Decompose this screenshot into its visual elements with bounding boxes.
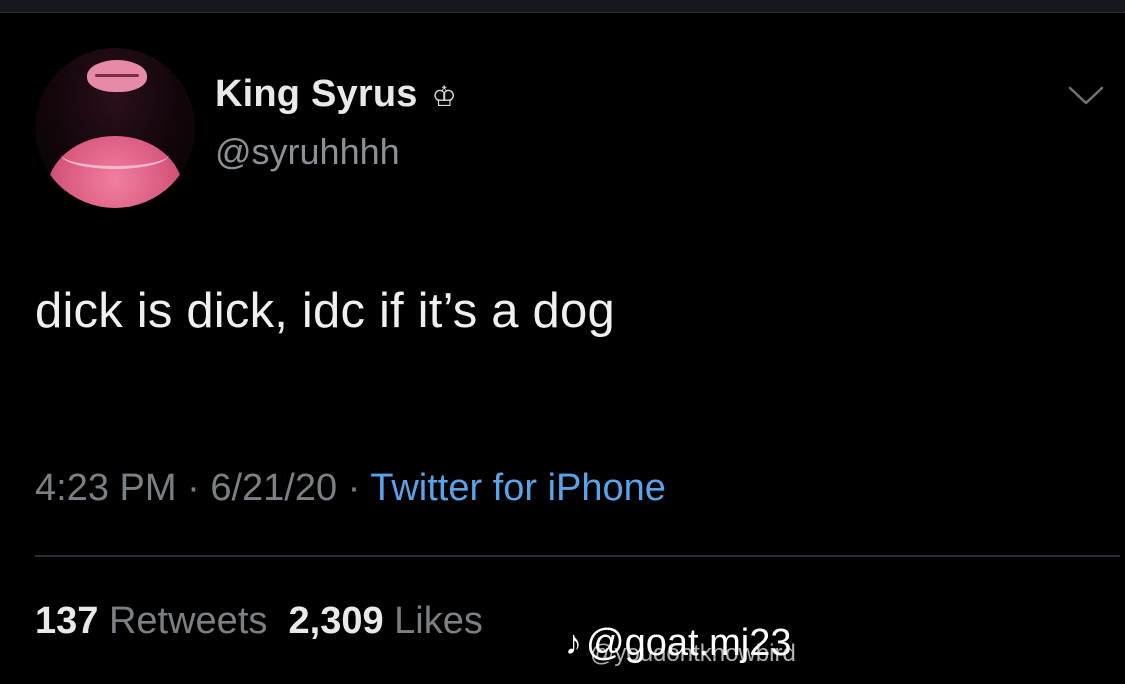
meta-separator: · [187,467,200,509]
author-name-row: King Syrus ♔ [215,73,457,116]
likes-count: 2,309 [288,600,384,642]
divider [35,555,1120,557]
likes-label: Likes [394,600,483,642]
tweet-date[interactable]: 6/21/20 [210,467,337,509]
tweet-stats: 137 Retweets 2,309 Likes [35,600,483,643]
avatar[interactable] [35,48,195,208]
retweets-stat[interactable]: 137 Retweets [35,600,267,642]
music-note-icon: ♪ [565,624,582,662]
crown-icon: ♔ [431,80,457,112]
user-handle[interactable]: @syruhhhh [215,131,400,173]
avatar-lips-line [95,74,139,77]
retweets-label: Retweets [108,600,268,642]
tiktok-watermark: ♪ @goat.mj23 [565,622,791,665]
retweets-count: 137 [35,600,99,642]
display-name[interactable]: King Syrus [215,73,418,116]
tweet-source-link[interactable]: Twitter for iPhone [370,467,666,509]
likes-stat[interactable]: 2,309 Likes [289,600,483,642]
chevron-down-icon[interactable] [1068,86,1104,106]
watermark-handle: @goat.mj23 [586,622,792,664]
tweet-time[interactable]: 4:23 PM [35,467,177,509]
avatar-chain [61,140,169,169]
top-border [0,0,1125,13]
meta-separator: · [347,467,361,509]
tweet-meta: 4:23 PM · 6/21/20 · Twitter for iPhone [35,467,666,510]
tweet-text: dick is dick, idc if it’s a dog [35,284,615,338]
